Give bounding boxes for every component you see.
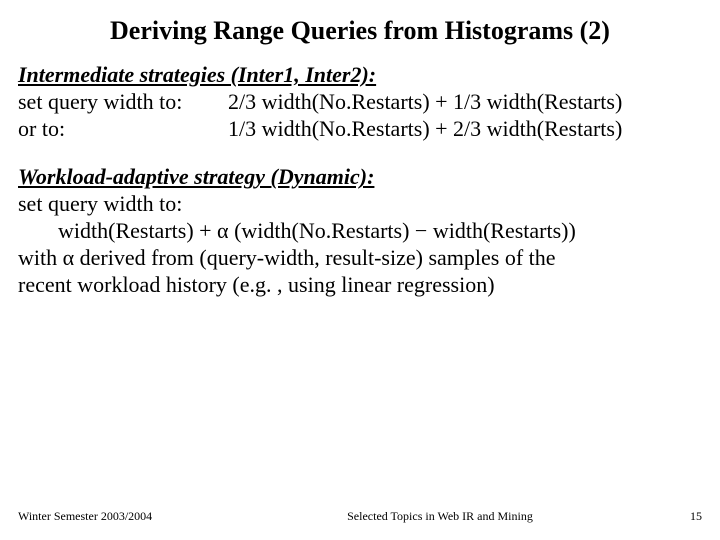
formula-row: set query width to: 2/3 width(No.Restart… — [18, 89, 702, 116]
footer-page-number: 15 — [642, 509, 702, 524]
formula-label: set query width to: — [18, 89, 228, 116]
footer-left: Winter Semester 2003/2004 — [18, 509, 238, 524]
footer-center: Selected Topics in Web IR and Mining — [238, 509, 642, 524]
slide-body: Intermediate strategies (Inter1, Inter2)… — [18, 62, 702, 299]
formula-row: or to: 1/3 width(No.Restarts) + 2/3 widt… — [18, 116, 702, 143]
slide-title: Deriving Range Queries from Histograms (… — [0, 16, 720, 46]
slide-footer: Winter Semester 2003/2004 Selected Topic… — [18, 509, 702, 524]
body-line: set query width to: — [18, 191, 702, 218]
section-heading-dynamic: Workload-adaptive strategy (Dynamic): — [18, 164, 702, 191]
body-line-indented: width(Restarts) + α (width(No.Restarts) … — [18, 218, 702, 245]
formula-value: 2/3 width(No.Restarts) + 1/3 width(Resta… — [228, 89, 702, 116]
body-line: with α derived from (query-width, result… — [18, 245, 702, 272]
formula-label: or to: — [18, 116, 228, 143]
slide: Deriving Range Queries from Histograms (… — [0, 0, 720, 540]
body-line: recent workload history (e.g. , using li… — [18, 272, 702, 299]
section-heading-intermediate: Intermediate strategies (Inter1, Inter2)… — [18, 62, 702, 89]
formula-value: 1/3 width(No.Restarts) + 2/3 width(Resta… — [228, 116, 702, 143]
spacer — [18, 142, 702, 164]
